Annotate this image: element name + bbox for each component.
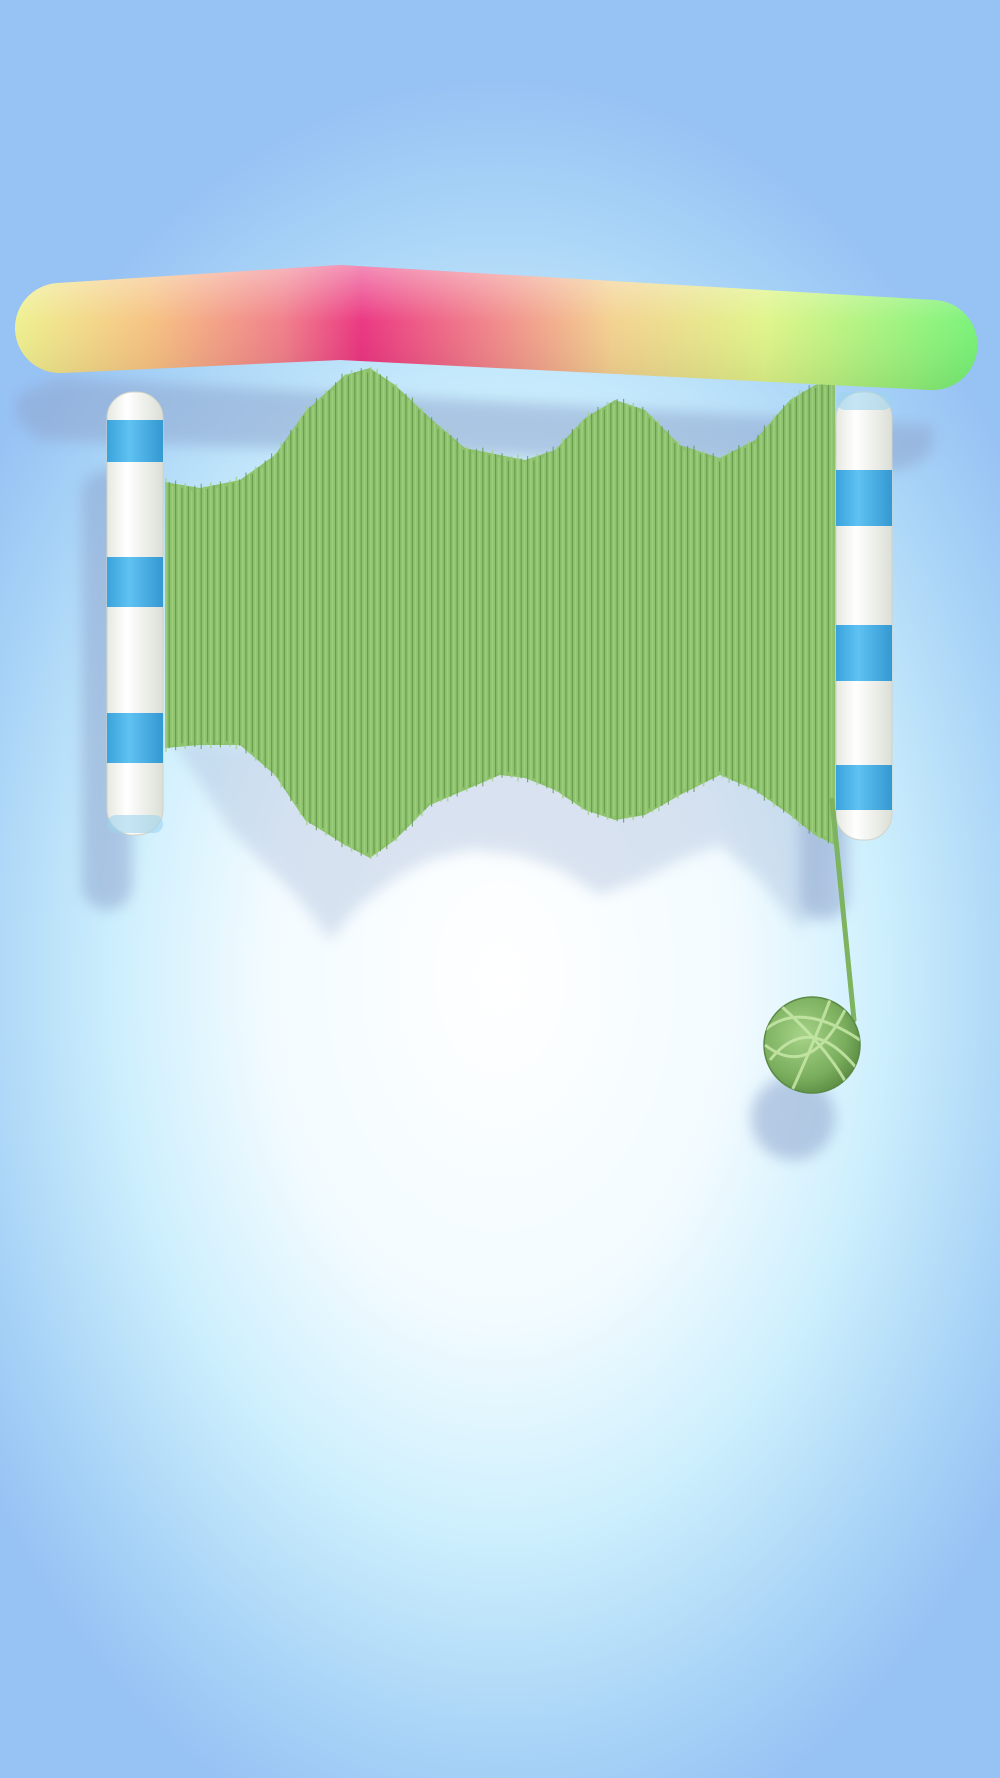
yarn-ball-icon[interactable] [763, 996, 861, 1095]
game-canvas [14, 265, 978, 1160]
game-scene [0, 0, 1000, 1778]
left-spool-post[interactable] [106, 391, 164, 836]
gradient-bar[interactable] [14, 265, 978, 391]
right-spool-post[interactable] [835, 391, 893, 841]
